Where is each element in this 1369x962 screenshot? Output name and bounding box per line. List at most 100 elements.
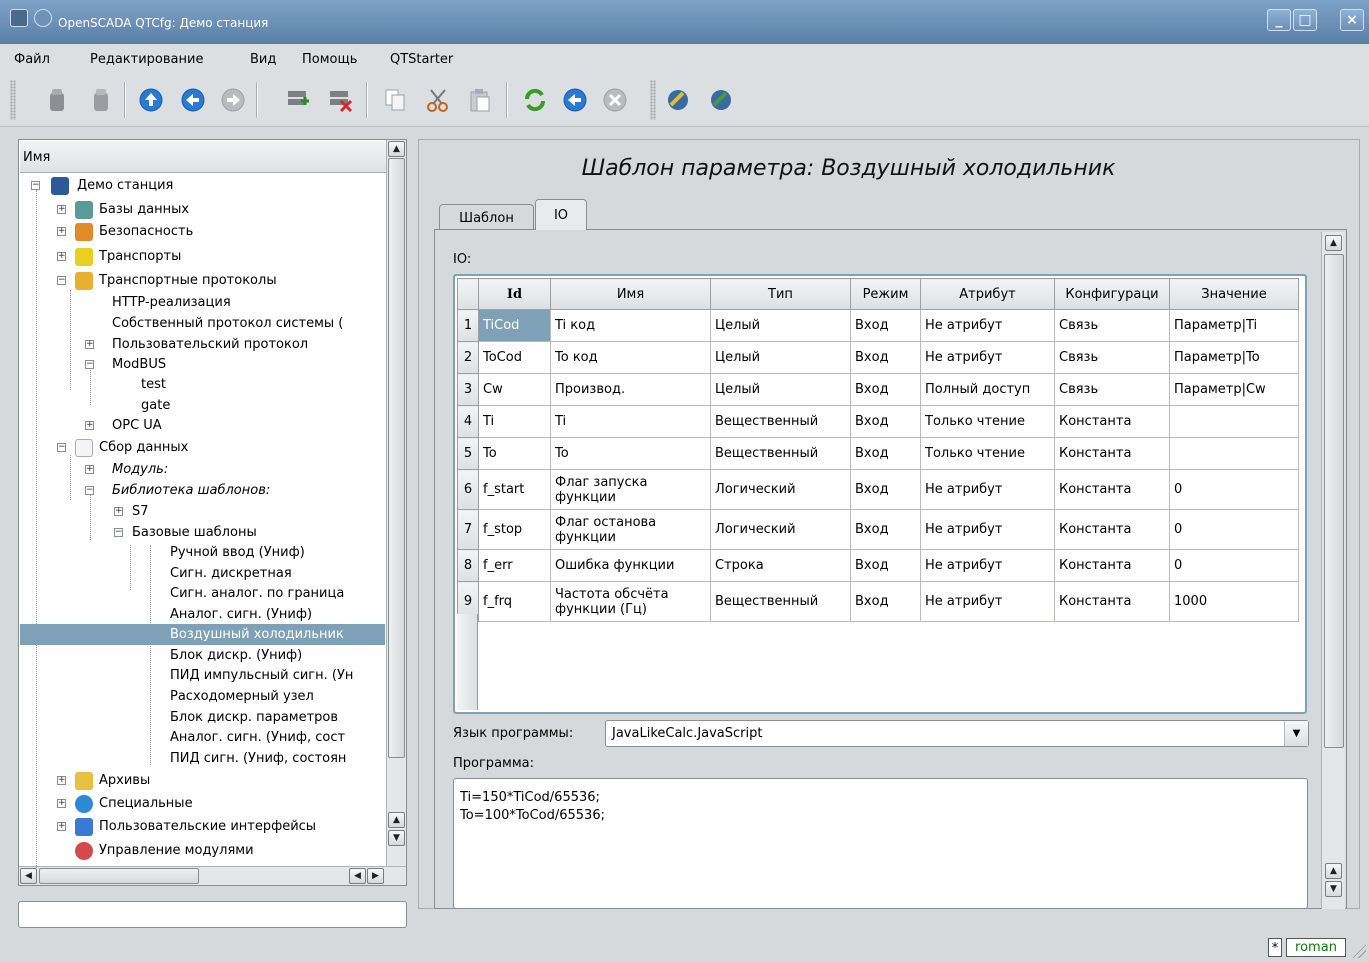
tab-io[interactable]: IO — [535, 199, 587, 230]
table-cell[interactable]: Вход — [850, 373, 921, 406]
table-row[interactable]: 8 f_err Ошибка функции Строка Вход Не ат… — [457, 549, 1299, 582]
up-icon[interactable] — [138, 87, 164, 113]
table-cell[interactable]: Ti — [550, 405, 711, 438]
table-row[interactable]: 1 TiCod Ti код Целый Вход Не атрибут Свя… — [457, 309, 1299, 342]
table-cell[interactable]: Только чтение — [920, 405, 1055, 438]
table-cell[interactable]: TiCod — [478, 309, 551, 342]
menu-help[interactable]: Помощь — [302, 52, 357, 67]
table-cell[interactable] — [1169, 437, 1299, 470]
table-cell[interactable]: f_err — [478, 549, 551, 582]
table-cell[interactable]: Константа — [1054, 405, 1170, 438]
tree-node-selected[interactable]: Воздушный холодильник — [20, 624, 385, 645]
expand-icon[interactable]: + — [57, 227, 66, 236]
start-icon[interactable] — [562, 87, 588, 113]
close-button[interactable]: × — [1340, 9, 1364, 31]
modified-indicator[interactable]: * — [1268, 938, 1282, 957]
table-cell[interactable]: Вход — [850, 437, 921, 470]
program-editor[interactable]: Ti=150*TiCod/65536; To=100*ToCod/65536; — [453, 778, 1308, 909]
table-cell[interactable]: To код — [550, 341, 711, 374]
collapse-icon[interactable]: − — [57, 276, 66, 285]
expand-icon[interactable]: + — [114, 507, 123, 516]
add-item-icon[interactable] — [285, 87, 311, 113]
row-number[interactable]: 4 — [457, 405, 479, 438]
collapse-icon[interactable]: − — [57, 443, 66, 452]
table-cell[interactable]: Вещественный — [710, 405, 851, 438]
menu-file[interactable]: Файл — [14, 52, 50, 67]
table-cell[interactable]: Вход — [850, 549, 921, 582]
scroll-left-icon[interactable]: ◀ — [349, 868, 366, 884]
table-cell[interactable]: Вход — [850, 309, 921, 342]
refresh-icon[interactable] — [522, 87, 548, 113]
load-icon[interactable] — [44, 87, 70, 113]
io-table-grid[interactable]: Id Имя Тип Режим Атрибут Конфигураци Зна… — [457, 278, 1299, 622]
table-cell[interactable]: Флаг останова функции — [550, 509, 711, 550]
table-cell[interactable] — [1169, 405, 1299, 438]
table-cell[interactable]: To — [550, 437, 711, 470]
toolbar-grip[interactable] — [10, 80, 16, 120]
pin-icon[interactable] — [34, 9, 52, 27]
table-cell[interactable]: ToCod — [478, 341, 551, 374]
table-cell[interactable]: Ошибка функции — [550, 549, 711, 582]
table-cell[interactable]: Вещественный — [710, 437, 851, 470]
column-header[interactable]: Значение — [1169, 278, 1299, 310]
scrollbar-thumb[interactable] — [1324, 254, 1344, 748]
table-cell[interactable]: Константа — [1054, 549, 1170, 582]
delete-item-icon[interactable] — [327, 87, 353, 113]
table-cell[interactable]: Не атрибут — [920, 341, 1055, 374]
table-cell[interactable]: Связь — [1054, 309, 1170, 342]
table-row[interactable]: 9 f_frq Частота обсчёта функции (Гц) Вещ… — [457, 581, 1299, 622]
scroll-down-icon[interactable]: ▼ — [1325, 881, 1342, 897]
table-cell[interactable]: Полный доступ — [920, 373, 1055, 406]
tab-template[interactable]: Шаблон — [439, 204, 534, 232]
cut-icon[interactable] — [425, 87, 451, 113]
copy-icon[interactable] — [382, 87, 408, 113]
forward-icon[interactable] — [220, 87, 246, 113]
menu-edit[interactable]: Редактирование — [90, 52, 203, 67]
tree-vertical-scrollbar[interactable]: ▲ ▲ ▼ — [386, 140, 406, 867]
table-cell[interactable]: To — [478, 437, 551, 470]
row-number[interactable]: 5 — [457, 437, 479, 470]
expand-icon[interactable]: + — [57, 205, 66, 214]
minimize-button[interactable]: _ — [1267, 9, 1291, 31]
table-cell[interactable]: Ti код — [550, 309, 711, 342]
collapse-icon[interactable]: − — [85, 360, 94, 369]
table-cell[interactable]: 0 — [1169, 549, 1299, 582]
back-icon[interactable] — [180, 87, 206, 113]
status-input[interactable] — [18, 901, 407, 928]
table-cell[interactable]: 0 — [1169, 509, 1299, 550]
toolbar-grip[interactable] — [650, 80, 656, 120]
column-header[interactable]: Тип — [710, 278, 851, 310]
scroll-left-icon[interactable]: ◀ — [20, 868, 37, 884]
maximize-button[interactable]: □ — [1293, 9, 1317, 31]
row-number[interactable]: 8 — [457, 549, 479, 582]
column-header[interactable]: Имя — [550, 278, 711, 310]
scrollbar-thumb[interactable] — [39, 868, 199, 884]
table-cell[interactable]: Не атрибут — [920, 549, 1055, 582]
row-number[interactable]: 7 — [457, 509, 479, 550]
table-row[interactable]: 4 Ti Ti Вещественный Вход Только чтение … — [457, 405, 1299, 438]
table-cell[interactable]: Флаг запуска функции — [550, 469, 711, 510]
table-cell[interactable]: Константа — [1054, 437, 1170, 470]
table-cell[interactable]: Константа — [1054, 581, 1170, 622]
table-row[interactable]: 7 f_stop Флаг останова функции Логически… — [457, 509, 1299, 550]
table-cell[interactable]: Не атрибут — [920, 581, 1055, 622]
table-cell[interactable]: Вход — [850, 341, 921, 374]
module-config-icon[interactable] — [665, 87, 691, 113]
module-start-icon[interactable] — [708, 87, 734, 113]
table-cell[interactable]: Параметр|Cw — [1169, 373, 1299, 406]
user-indicator[interactable]: roman — [1286, 938, 1346, 957]
table-cell[interactable]: f_start — [478, 469, 551, 510]
column-header[interactable]: Id — [478, 278, 551, 310]
table-cell[interactable]: Частота обсчёта функции (Гц) — [550, 581, 711, 622]
table-row[interactable]: 6 f_start Флаг запуска функции Логически… — [457, 469, 1299, 510]
collapse-icon[interactable]: − — [85, 486, 94, 495]
table-cell[interactable]: Константа — [1054, 509, 1170, 550]
row-number[interactable]: 2 — [457, 341, 479, 374]
scroll-up-icon[interactable]: ▲ — [1325, 863, 1342, 879]
table-cell[interactable]: Логический — [710, 469, 851, 510]
menu-view[interactable]: Вид — [250, 52, 276, 67]
expand-icon[interactable]: + — [57, 822, 66, 831]
save-icon[interactable] — [88, 87, 114, 113]
menu-qtstarter[interactable]: QTStarter — [390, 52, 453, 67]
dropdown-arrow-icon[interactable]: ▼ — [1284, 721, 1308, 746]
